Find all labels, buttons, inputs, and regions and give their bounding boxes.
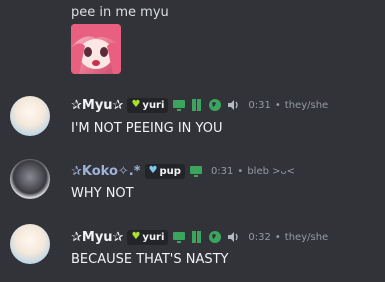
pronouns: they/she [284,99,329,111]
anime-face-illustration [71,24,121,74]
globe-icon[interactable] [208,230,222,244]
tag-label: pup [159,165,181,177]
separator-dot: • [274,99,281,111]
message-text: pee in me myu [71,5,169,20]
timestamp: 0:31 [248,99,271,111]
monitor-icon[interactable] [172,230,186,244]
pronouns: they/she [284,231,329,243]
message-header: ✰Myu✰ ♥ yuri 0:31 • they/she [71,96,328,114]
heart-icon: ♥ [148,165,158,176]
message-text: WHY NOT [71,186,134,201]
heart-icon: ♥ [131,99,141,110]
username[interactable]: ✰Koko✧.* [71,164,141,179]
heart-icon: ♥ [131,231,141,242]
monitor-icon[interactable] [189,164,203,178]
tag-label: yuri [142,99,165,111]
avatar[interactable] [10,96,50,136]
timestamp: 0:31 [210,165,234,177]
username[interactable]: ✰Myu✰ [71,230,123,245]
speaker-icon[interactable] [226,230,240,244]
server-tag[interactable]: ♥ yuri [127,97,169,113]
avatar[interactable] [10,159,50,199]
separator-dot: • [274,231,281,243]
server-tag[interactable]: ♥ pup [144,163,185,179]
avatar[interactable] [10,224,50,264]
tag-label: yuri [142,231,165,243]
globe-icon[interactable] [208,98,222,112]
custom-status: bleb >ᴗ< [247,165,295,177]
monitor-icon[interactable] [172,98,186,112]
book-icon[interactable] [190,98,204,112]
message-header: ✰Myu✰ ♥ yuri 0:32 • they/she [71,228,328,246]
book-icon[interactable] [190,230,204,244]
speaker-icon[interactable] [226,98,240,112]
username[interactable]: ✰Myu✰ [71,98,123,113]
message-header: ✰Koko✧.* ♥ pup 0:31 • bleb >ᴗ< [71,162,295,180]
timestamp: 0:32 [248,231,271,243]
message-text: I'M NOT PEEING IN YOU [71,121,223,136]
separator-dot: • [237,165,244,177]
message-text: BECAUSE THAT'S NASTY [71,252,229,267]
sticker-image[interactable] [71,24,121,74]
server-tag[interactable]: ♥ yuri [127,229,169,245]
